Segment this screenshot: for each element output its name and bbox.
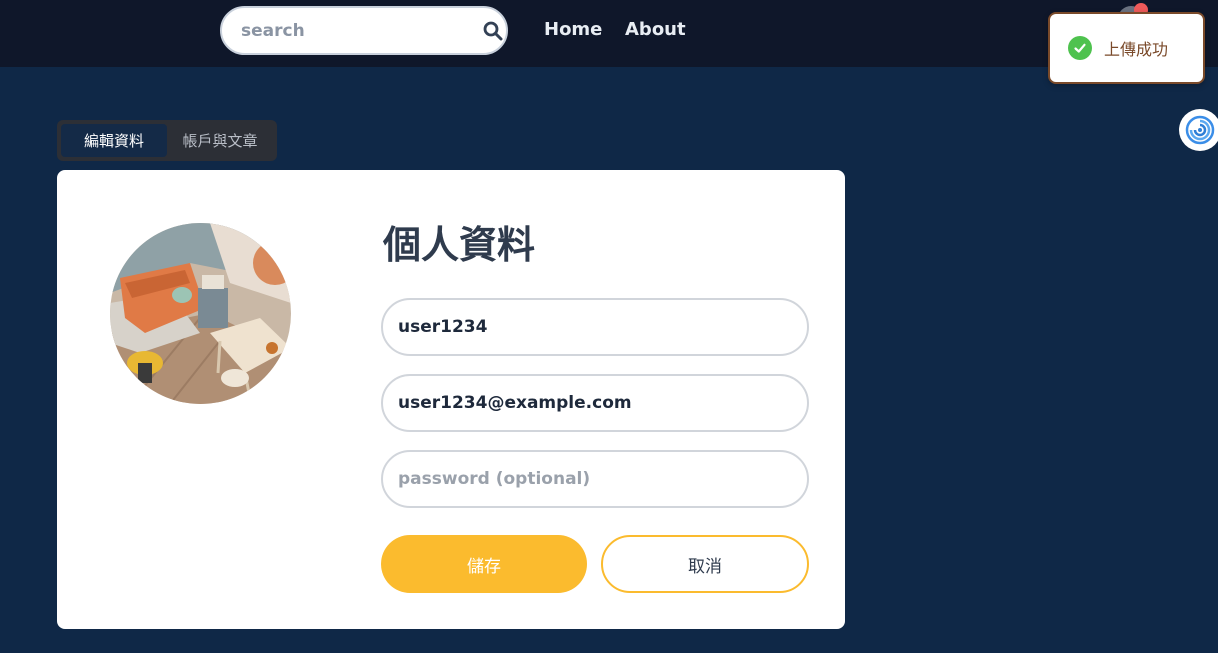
profile-tabs: 編輯資料 帳戶與文章 bbox=[57, 120, 277, 161]
search-box bbox=[220, 6, 508, 55]
username-field[interactable] bbox=[381, 298, 809, 356]
save-button[interactable]: 儲存 bbox=[381, 535, 587, 593]
profile-photo[interactable] bbox=[110, 223, 291, 404]
top-navbar: Home About bbox=[0, 0, 1218, 67]
tab-edit-profile[interactable]: 編輯資料 bbox=[61, 124, 167, 157]
password-field[interactable] bbox=[381, 450, 809, 508]
search-input[interactable] bbox=[241, 20, 483, 41]
nav-link-about[interactable]: About bbox=[625, 19, 686, 40]
toast-message: 上傳成功 bbox=[1104, 40, 1169, 59]
profile-card: 個人資料 儲存 取消 bbox=[57, 170, 845, 629]
swirl-extension-icon[interactable] bbox=[1179, 109, 1218, 151]
success-toast: 上傳成功 bbox=[1048, 12, 1205, 84]
email-field[interactable] bbox=[381, 374, 809, 432]
search-icon[interactable] bbox=[483, 20, 503, 42]
page-title: 個人資料 bbox=[383, 223, 536, 267]
tab-account-and-posts[interactable]: 帳戶與文章 bbox=[167, 124, 273, 157]
nav-link-home[interactable]: Home bbox=[544, 19, 602, 40]
check-circle-icon bbox=[1068, 36, 1092, 60]
cancel-button[interactable]: 取消 bbox=[601, 535, 809, 593]
